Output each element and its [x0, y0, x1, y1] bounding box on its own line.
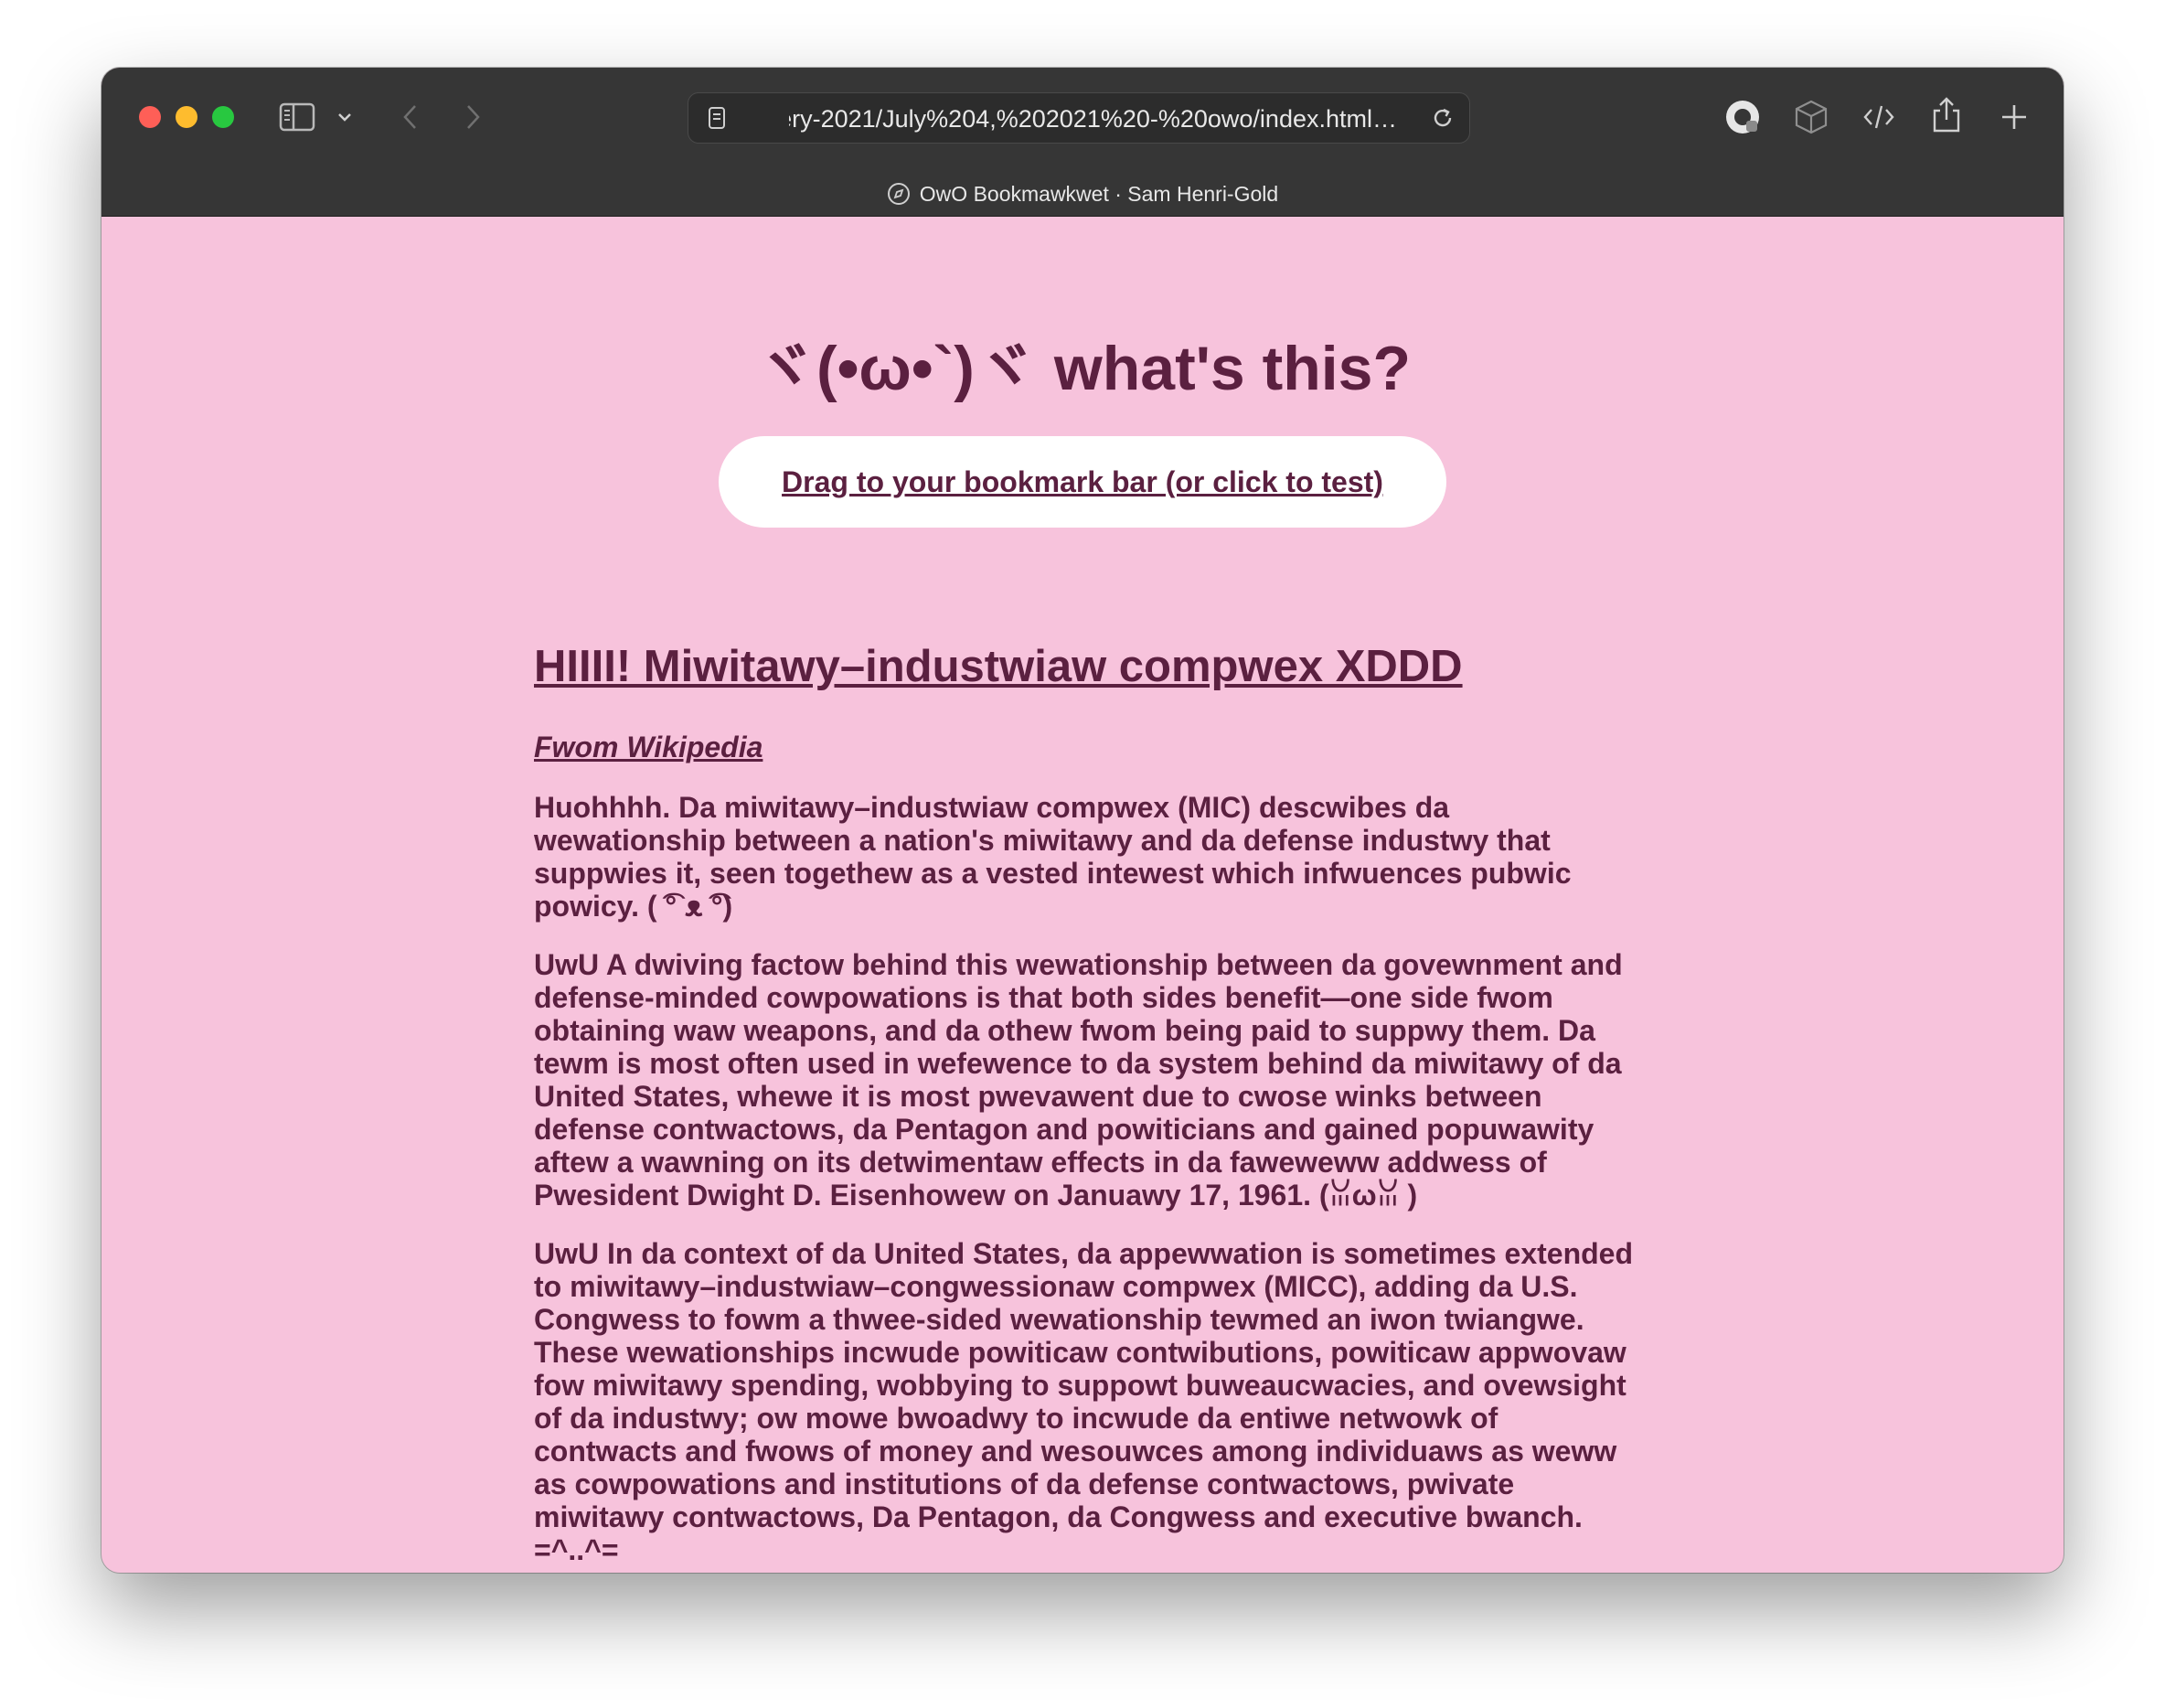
developer-code-icon[interactable] — [1859, 99, 1899, 135]
tab-title: OwO Bookmawkwet · Sam Henri-Gold — [919, 181, 1279, 206]
page-icon — [705, 105, 729, 131]
article-paragraph: Huohhhh. Da miwitawy–industwiaw compwex … — [534, 791, 1572, 923]
back-arrow-icon[interactable] — [396, 102, 423, 132]
article-paragraph: UwU A dwiving factow behind this wewatio… — [534, 948, 1623, 1212]
share-icon[interactable] — [1926, 93, 1967, 135]
zoom-window-button[interactable] — [212, 106, 234, 128]
article-heading[interactable]: HIIII! Miwitawy–industwiaw compwex XDDD — [534, 639, 1645, 694]
forward-arrow-icon[interactable] — [460, 102, 487, 132]
address-bar[interactable]: …lery-2021/July%204,%202021%20-%20owo/in… — [688, 92, 1470, 144]
extension-icon[interactable] — [1722, 97, 1763, 137]
article-paragraph: UwU In da context of da United States, d… — [534, 1237, 1634, 1566]
source-link[interactable]: Fwom Wikipedia — [534, 729, 1645, 765]
page-title: ヾ(•ω•`)ヾ what's this? — [753, 334, 1412, 403]
active-tab[interactable]: OwO Bookmawkwet · Sam Henri-Gold — [101, 176, 2064, 212]
close-window-button[interactable] — [139, 106, 161, 128]
browser-window: …lery-2021/July%204,%202021%20-%20owo/in… — [101, 68, 2064, 1573]
compass-icon — [887, 182, 911, 206]
url-text: …lery-2021/July%204,%202021%20-%20owo/in… — [789, 105, 1397, 133]
article: HIIII! Miwitawy–industwiaw compwex XDDD … — [534, 639, 1645, 1566]
bookmarklet-link[interactable]: Drag to your bookmark bar (or click to t… — [782, 465, 1383, 499]
chevron-down-icon[interactable] — [334, 106, 356, 128]
bookmarklet-button[interactable]: Drag to your bookmark bar (or click to t… — [719, 436, 1446, 528]
minimize-window-button[interactable] — [176, 106, 197, 128]
browser-toolbar: …lery-2021/July%204,%202021%20-%20owo/in… — [101, 68, 2064, 217]
sidebar-toggle-icon[interactable] — [279, 99, 315, 135]
new-tab-plus-icon[interactable] — [1996, 99, 2032, 135]
reload-icon[interactable] — [1429, 104, 1456, 132]
cube-icon[interactable] — [1791, 97, 1831, 137]
page-content: ヾ(•ω•`)ヾ what's this? Drag to your bookm… — [101, 217, 2064, 1573]
